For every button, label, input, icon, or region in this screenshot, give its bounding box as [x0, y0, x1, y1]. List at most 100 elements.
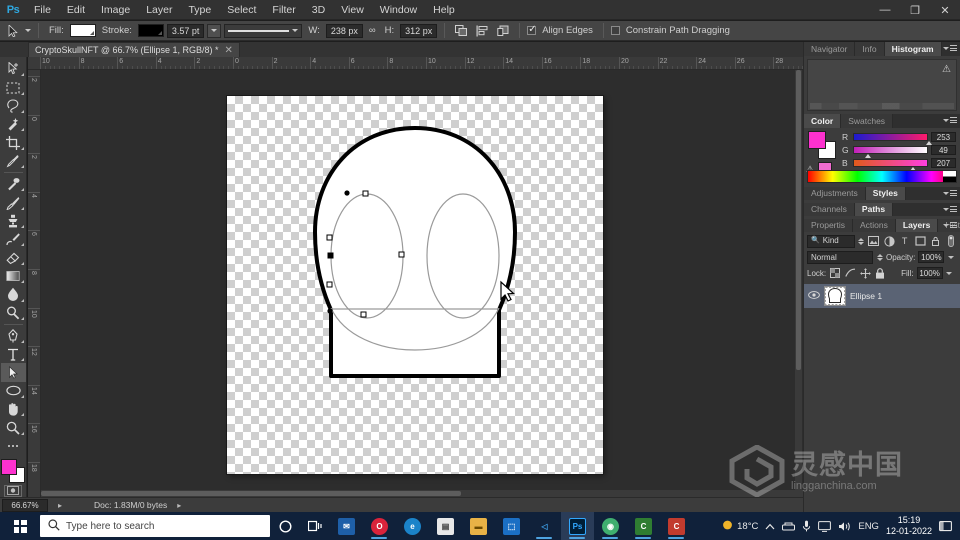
- status-menu-arrow-icon[interactable]: ▸: [177, 501, 181, 510]
- quick-selection-tool[interactable]: [1, 115, 26, 133]
- taskbar-app-c-green[interactable]: C: [627, 512, 660, 540]
- blue-value[interactable]: 207: [930, 157, 956, 168]
- zoom-tool[interactable]: [1, 418, 26, 436]
- tab-actions[interactable]: Actions: [853, 219, 896, 232]
- menu-edit[interactable]: Edit: [59, 0, 93, 20]
- network-tray-icon[interactable]: [782, 521, 796, 532]
- adjustment-filter-icon[interactable]: [883, 235, 895, 248]
- menu-view[interactable]: View: [333, 0, 372, 20]
- width-field[interactable]: 238 px: [325, 23, 363, 38]
- red-value[interactable]: 253: [930, 131, 956, 142]
- layer-visibility-icon[interactable]: [808, 291, 820, 301]
- taskbar-app-chrome-like[interactable]: ◉: [594, 512, 627, 540]
- layer-row-ellipse-1[interactable]: Ellipse 1: [804, 284, 960, 308]
- taskbar-app-c-red[interactable]: C: [660, 512, 693, 540]
- opacity-stepper[interactable]: [947, 252, 954, 263]
- blend-mode-stepper[interactable]: [876, 252, 883, 263]
- close-icon[interactable]: ✕: [225, 45, 233, 56]
- cortana-circle-icon[interactable]: [270, 512, 300, 540]
- taskbar-app-store[interactable]: ▤: [429, 512, 462, 540]
- panel-menu-icon[interactable]: [943, 222, 957, 228]
- fill-value[interactable]: 100%: [916, 267, 943, 279]
- lock-transparent-pixels-icon[interactable]: [829, 267, 841, 279]
- notification-icon[interactable]: [939, 520, 952, 532]
- show-hidden-icons-chevron[interactable]: [765, 523, 775, 530]
- path-selection-tool[interactable]: [0, 363, 26, 382]
- menu-select[interactable]: Select: [219, 0, 264, 20]
- close-button[interactable]: ✕: [930, 0, 960, 20]
- volume-tray-icon[interactable]: [838, 521, 851, 532]
- tab-paths[interactable]: Paths: [854, 203, 894, 216]
- tab-histogram[interactable]: Histogram: [884, 42, 942, 56]
- display-tray-icon[interactable]: [818, 520, 832, 532]
- taskbar-app-blue[interactable]: ⬚: [495, 512, 528, 540]
- tool-preset-chevron-icon[interactable]: [25, 29, 31, 32]
- edit-toolbar-button[interactable]: [1, 437, 26, 455]
- brush-tool[interactable]: [1, 193, 26, 211]
- layer-thumbnail[interactable]: [824, 286, 846, 306]
- vertical-scrollbar[interactable]: [795, 70, 802, 490]
- stroke-width-field[interactable]: 3.57 pt: [166, 23, 205, 38]
- taskbar-app-opera[interactable]: O: [363, 512, 396, 540]
- color-chips[interactable]: [0, 459, 26, 484]
- menu-filter[interactable]: Filter: [264, 0, 303, 20]
- panel-menu-icon[interactable]: [943, 206, 957, 212]
- constrain-path-dragging-group[interactable]: Constrain Path Dragging: [610, 25, 733, 36]
- green-slider-knob[interactable]: [864, 153, 871, 158]
- panel-menu-icon[interactable]: [943, 190, 957, 196]
- green-slider[interactable]: [852, 145, 928, 158]
- document-tab[interactable]: CryptoSkullNFT @ 66.7% (Ellipse 1, RGB/8…: [28, 42, 240, 57]
- fill-stepper[interactable]: [946, 268, 953, 279]
- color-spectrum-ramp[interactable]: [807, 170, 957, 183]
- stroke-color-swatch[interactable]: [137, 24, 164, 37]
- path-operations-icon[interactable]: [452, 23, 470, 39]
- tab-properties[interactable]: Propertis: [804, 219, 854, 232]
- tab-swatches[interactable]: Swatches: [841, 114, 894, 128]
- taskbar-app-photoshop[interactable]: Ps: [561, 512, 594, 540]
- height-field[interactable]: 312 px: [400, 23, 438, 38]
- rectangular-marquee-tool[interactable]: [1, 78, 26, 96]
- foreground-color-swatch[interactable]: [808, 131, 826, 149]
- lasso-tool[interactable]: [1, 97, 26, 115]
- spot-healing-brush-tool[interactable]: [1, 175, 26, 193]
- menu-type[interactable]: Type: [180, 0, 219, 20]
- stroke-style-dropdown[interactable]: [224, 23, 303, 38]
- menu-3d[interactable]: 3D: [304, 0, 333, 20]
- menu-help[interactable]: Help: [425, 0, 463, 20]
- taskbar-app-vs-code[interactable]: ◁: [528, 512, 561, 540]
- lock-image-pixels-icon[interactable]: [844, 267, 856, 279]
- pen-tool[interactable]: [1, 327, 26, 345]
- hand-tool[interactable]: [1, 400, 26, 418]
- fill-color-swatch[interactable]: [69, 24, 96, 37]
- eraser-tool[interactable]: [1, 248, 26, 266]
- green-value[interactable]: 49: [930, 144, 956, 155]
- color-panel-chips[interactable]: [808, 131, 838, 159]
- foreground-color-swatch[interactable]: [1, 459, 17, 476]
- horizontal-type-tool[interactable]: [1, 345, 26, 363]
- crop-tool[interactable]: [1, 133, 26, 151]
- layer-filter-kind-dropdown[interactable]: 🔍 Kind: [807, 234, 855, 248]
- image-filter-icon[interactable]: [868, 235, 880, 248]
- tab-adjustments[interactable]: Adjustments: [804, 187, 866, 200]
- tab-channels[interactable]: Channels: [804, 203, 855, 216]
- vertical-ruler[interactable]: 20246810121416182022: [28, 70, 41, 497]
- menu-window[interactable]: Window: [372, 0, 425, 20]
- menu-file[interactable]: File: [26, 0, 59, 20]
- panel-menu-icon[interactable]: [943, 45, 957, 51]
- windows-start-icon[interactable]: [0, 512, 40, 540]
- minimize-button[interactable]: —: [870, 0, 900, 20]
- gradient-tool[interactable]: [1, 267, 26, 285]
- tab-navigator[interactable]: Navigator: [804, 42, 856, 56]
- blend-mode-dropdown[interactable]: Normal: [807, 250, 873, 264]
- history-brush-tool[interactable]: [1, 230, 26, 248]
- panel-menu-icon[interactable]: [943, 117, 957, 123]
- skull-shape-path[interactable]: [227, 96, 603, 474]
- tab-color[interactable]: Color: [804, 114, 842, 128]
- opacity-value[interactable]: 100%: [918, 251, 945, 263]
- language-indicator[interactable]: ENG: [858, 521, 879, 532]
- taskbar-app-edge[interactable]: e: [396, 512, 429, 540]
- taskbar-search-input[interactable]: Type here to search: [40, 515, 270, 537]
- dodge-tool[interactable]: [1, 304, 26, 322]
- taskbar-app-file-explorer[interactable]: ▬: [462, 512, 495, 540]
- maximize-button[interactable]: ❐: [900, 0, 930, 20]
